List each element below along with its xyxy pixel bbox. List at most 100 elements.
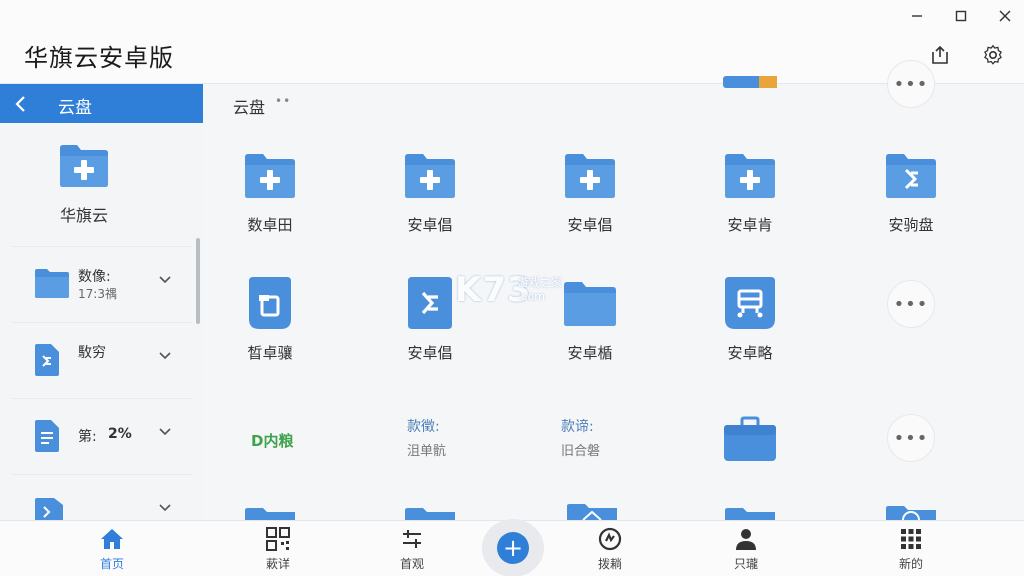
featured-folder-label: 华旗云 [59,206,108,225]
tab-label: 蔌详 [265,557,290,571]
folder-label: 安驹盘 [888,216,934,234]
tab-item[interactable]: 只瓏 [706,525,786,572]
title-bar: 华旗云安卓版 [0,0,1024,84]
folder-label: 安卓楯 [567,344,613,362]
folder-plus-icon [245,154,295,198]
sidebar-item[interactable]: 数像: 17:3禑 [12,246,192,322]
folder-tile[interactable]: 安卓倡 [360,146,500,235]
app-title: 华旗云安卓版 [24,44,174,72]
maximize-icon [955,10,967,22]
more-button[interactable]: ••• [887,280,935,328]
cart-badge-icon [725,277,775,329]
share-icon [932,45,948,64]
info-tile[interactable]: 款徵: 沮单骯 [407,416,446,459]
folder-label: 数卓田 [247,216,293,234]
info-title: 款谛: [561,419,594,435]
sliders-icon [403,530,421,548]
more-button[interactable]: ••• [887,60,935,108]
folder-tile[interactable]: 安卓略 [680,274,820,363]
folder-label: 安卓略 [727,344,773,362]
folder-plus-icon [60,145,108,187]
tab-item[interactable]: 拨耥 [570,525,650,572]
folder-label: 晳卓骧 [247,344,293,362]
info-subtitle: 旧合磐 [561,444,601,459]
nav-back-bar[interactable]: 云盘 [0,84,203,123]
storage-label[interactable]: D内粮 [251,430,293,451]
folder-icon [725,508,775,520]
tab-label: 首页 [99,557,124,571]
app-box-icon [408,277,452,329]
folder-icon [886,506,936,520]
briefcase-icon [724,416,776,461]
share-button[interactable] [927,42,953,68]
gear-icon [984,44,1002,65]
more-icon: ••• [893,73,929,95]
featured-folder[interactable]: 华旗云 [24,142,144,226]
tab-home[interactable]: 首页 [72,525,152,572]
folder-tile[interactable]: 数卓田 [200,146,340,235]
storage-name: D内粮 [251,432,294,450]
minimize-button[interactable] [902,4,932,28]
folder-tile[interactable]: 晳卓骧 [200,274,340,363]
chevron-down-icon[interactable] [158,275,172,285]
more-icon: ••• [893,293,929,315]
sd-card-icon [249,277,291,329]
tab-item[interactable]: 首观 [372,525,452,572]
tab-label: 拨耥 [597,557,622,571]
sidebar: 云盘 华旗云 数像: 17:3禑 駇穷 第: 2% [0,84,203,521]
sidebar-item[interactable]: 第: 2% [12,398,192,474]
chevron-down-icon[interactable] [158,351,172,361]
sidebar-item[interactable] [12,474,192,521]
info-tile[interactable]: 款谛: 旧合磐 [561,416,600,459]
home-icon [101,529,123,549]
document-icon [35,420,59,452]
briefcase-tile[interactable] [680,410,820,468]
folder-icon [405,508,455,520]
chevron-down-icon[interactable] [158,427,172,437]
folder-icon [723,76,777,88]
folder-tile[interactable]: 安卓倡 [520,146,660,235]
nav-back-label: 云盘 [58,98,92,118]
tab-label: 新的 [898,557,923,571]
tab-item[interactable]: 新的 [871,525,951,572]
folder-plus-icon [725,154,775,198]
phone-doc-icon [35,344,59,376]
sidebar-item-title: 駇穷 [78,345,106,361]
sidebar-item-subtitle: 17:3禑 [78,287,117,301]
chevron-left-icon [15,96,25,112]
info-subtitle: 沮单骯 [407,444,447,459]
watermark-sub: 游戏之家 [518,276,562,289]
phone-doc-icon [35,498,63,521]
watermark-domain: .com [518,290,545,303]
more-icon: ••• [893,427,929,449]
maximize-button[interactable] [946,4,976,28]
folder-icon [245,508,295,520]
folder-label: 安卓肯 [727,216,773,234]
tab-label: 只瓏 [733,557,758,571]
folder-plus-icon [565,154,615,198]
folder-app-icon [886,154,936,198]
qr-grid-icon [266,527,290,551]
settings-button[interactable] [980,42,1006,68]
folder-icon [35,269,69,298]
folder-label: 安卓倡 [407,216,453,234]
user-icon [736,529,756,550]
folder-label: 安卓倡 [407,344,453,362]
chevron-down-icon[interactable] [158,503,172,513]
folder-icon [564,282,616,326]
close-button[interactable] [990,4,1020,28]
folder-icon [567,504,617,520]
folder-tile[interactable]: 安卓肯 [680,146,820,235]
add-button[interactable]: + [482,519,544,576]
more-button[interactable]: ••• [887,414,935,462]
info-title: 款徵: [407,419,440,435]
tab-label: 首观 [399,557,424,571]
breadcrumb[interactable]: 云盘 [233,94,265,118]
sync-icon [598,527,622,551]
breadcrumb-more[interactable]: •• [275,94,291,108]
folder-tile[interactable]: 安驹盘 [841,146,981,235]
tab-item[interactable]: 蔌详 [238,525,318,572]
sidebar-item[interactable]: 駇穷 [12,322,192,398]
progress-percent: 2% [108,426,132,442]
sidebar-item-title: 数像: [78,269,111,285]
